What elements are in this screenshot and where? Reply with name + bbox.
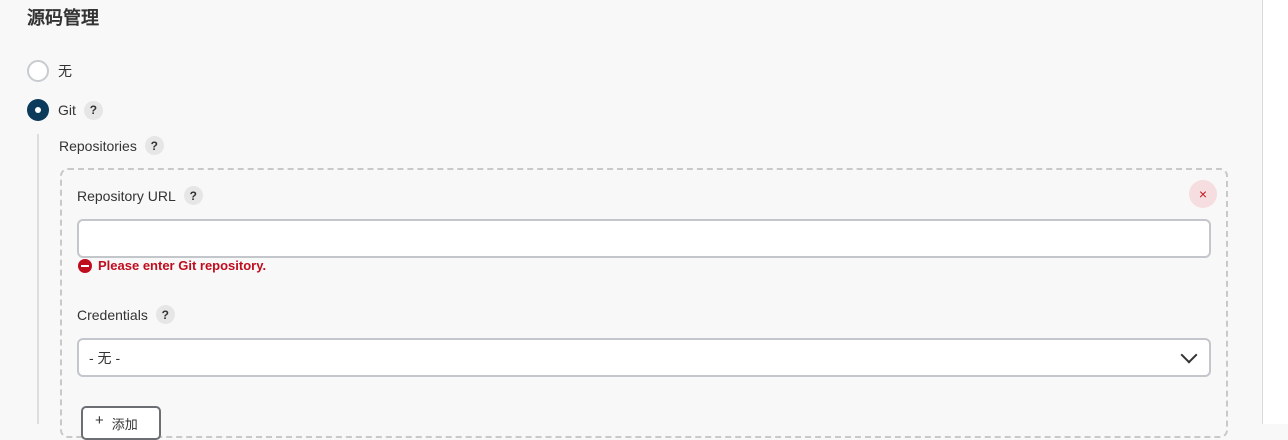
right-scroll-panel bbox=[1262, 0, 1288, 424]
radio-none-label: 无 bbox=[58, 63, 72, 79]
credentials-selected-value: - 无 - bbox=[89, 349, 121, 366]
repository-entry-box bbox=[60, 168, 1228, 438]
repository-url-label-row: Repository URL ? bbox=[77, 186, 203, 205]
credentials-label: Credentials bbox=[77, 306, 148, 323]
repository-url-help-icon[interactable]: ? bbox=[183, 186, 203, 205]
repository-url-label: Repository URL bbox=[77, 187, 176, 204]
nested-indent-line bbox=[37, 134, 39, 424]
delete-repository-button[interactable]: × bbox=[1189, 180, 1217, 208]
repositories-help-icon[interactable]: ? bbox=[144, 136, 164, 155]
repository-url-error: Please enter Git repository. bbox=[78, 258, 266, 273]
repositories-label: Repositories bbox=[59, 137, 137, 154]
repositories-label-row: Repositories ? bbox=[59, 136, 164, 155]
section-title: 源码管理 bbox=[27, 8, 99, 28]
scm-option-git[interactable]: Git ? bbox=[27, 99, 103, 121]
error-icon bbox=[78, 258, 92, 273]
repository-url-error-text: Please enter Git repository. bbox=[98, 258, 267, 273]
chevron-down-icon bbox=[1180, 346, 1198, 363]
repository-url-input[interactable] bbox=[77, 219, 1211, 258]
credentials-select[interactable]: - 无 - bbox=[77, 338, 1211, 377]
plus-icon: + bbox=[95, 412, 104, 429]
radio-git[interactable] bbox=[27, 99, 49, 121]
scm-option-none[interactable]: 无 bbox=[27, 60, 72, 82]
credentials-help-icon[interactable]: ? bbox=[155, 305, 175, 324]
git-help-icon[interactable]: ? bbox=[83, 100, 103, 120]
credentials-label-row: Credentials ? bbox=[77, 305, 175, 324]
add-credentials-button[interactable]: + 添加 bbox=[81, 406, 161, 440]
radio-git-label: Git bbox=[58, 102, 76, 118]
radio-none[interactable] bbox=[27, 60, 49, 82]
